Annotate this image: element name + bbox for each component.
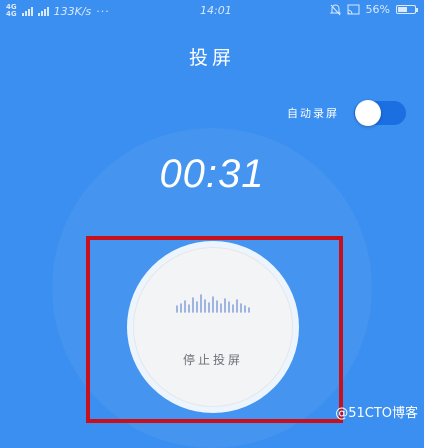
page-title: 投屏: [188, 47, 235, 69]
network-type-label: 4G 4G: [6, 3, 17, 18]
toggle-knob[interactable]: [355, 100, 381, 126]
battery-percent: 56%: [365, 3, 390, 16]
auto-record-label: 自动录屏: [287, 107, 339, 120]
battery-icon: [396, 5, 418, 14]
signal-bars-icon: [37, 6, 49, 16]
network-speed: 133K/s: [53, 4, 92, 18]
bell-off-icon: [329, 3, 341, 15]
status-right: 56%: [329, 3, 418, 16]
auto-record-toggle[interactable]: [354, 100, 406, 126]
watermark: @51CTO博客: [335, 406, 418, 421]
signal-bars-icon: [21, 6, 33, 16]
status-bar: 4G 4G 133K/s ··· 14:01 56%: [0, 0, 424, 22]
cast-icon: [347, 4, 360, 15]
status-left: 4G 4G 133K/s ···: [6, 4, 110, 18]
clock: 14:01: [200, 4, 232, 17]
highlight-annotation-box: [86, 236, 343, 423]
more-notifications: ···: [96, 4, 110, 18]
